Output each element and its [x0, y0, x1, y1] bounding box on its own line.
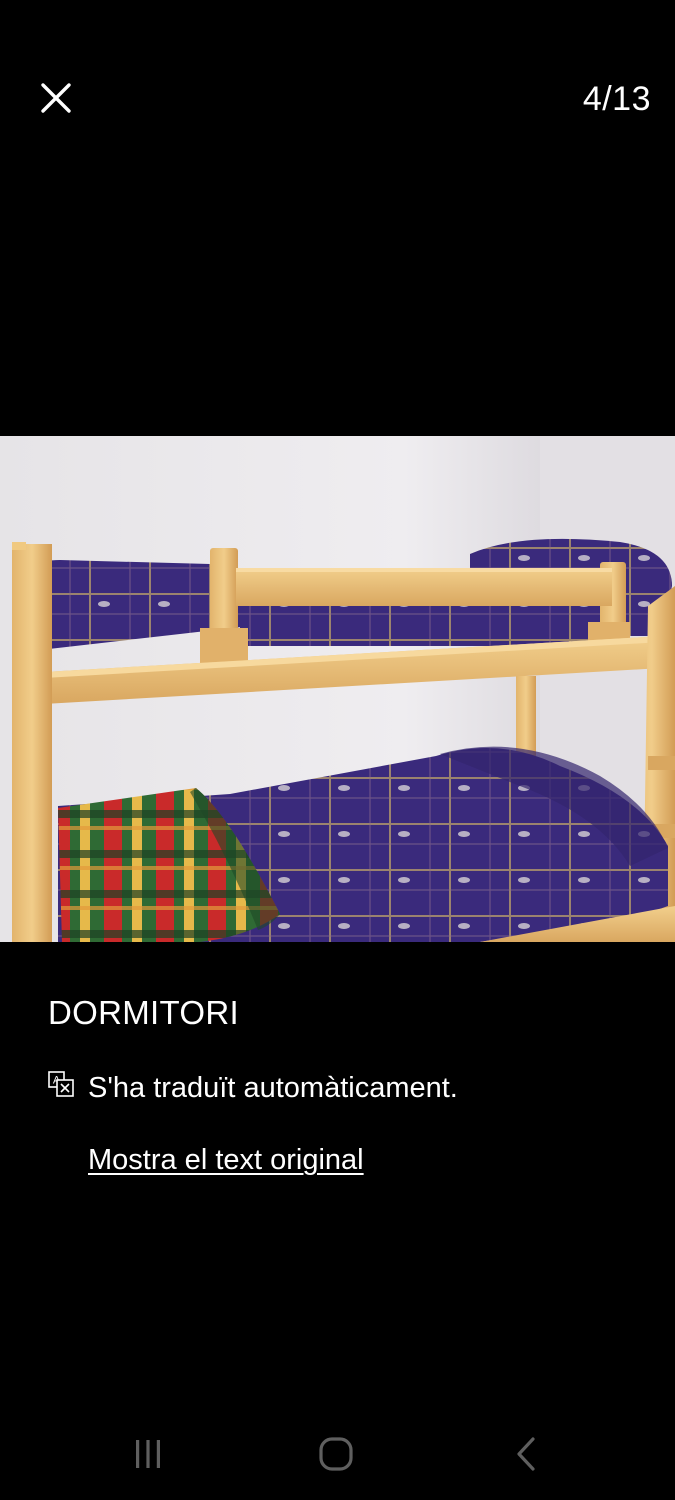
back-button[interactable] [508, 1434, 544, 1474]
close-button[interactable] [30, 72, 82, 124]
close-icon [41, 83, 71, 113]
recent-apps-icon [136, 1440, 160, 1468]
recent-apps-button[interactable] [128, 1434, 168, 1474]
translation-notice: A S'ha traduït automàticament. [48, 1070, 458, 1105]
photo-counter: 4/13 [582, 80, 651, 118]
system-nav-bar [0, 1420, 675, 1490]
translate-icon: A [48, 1070, 74, 1097]
show-original-link[interactable]: Mostra el text original [88, 1144, 364, 1177]
photo-caption: DORMITORI [48, 994, 239, 1031]
home-button[interactable] [316, 1434, 356, 1474]
bunk-bed-photo[interactable] [0, 436, 675, 942]
back-icon [517, 1437, 535, 1471]
translation-notice-text: S'ha traduït automàticament. [88, 1072, 458, 1104]
home-icon [319, 1437, 353, 1471]
